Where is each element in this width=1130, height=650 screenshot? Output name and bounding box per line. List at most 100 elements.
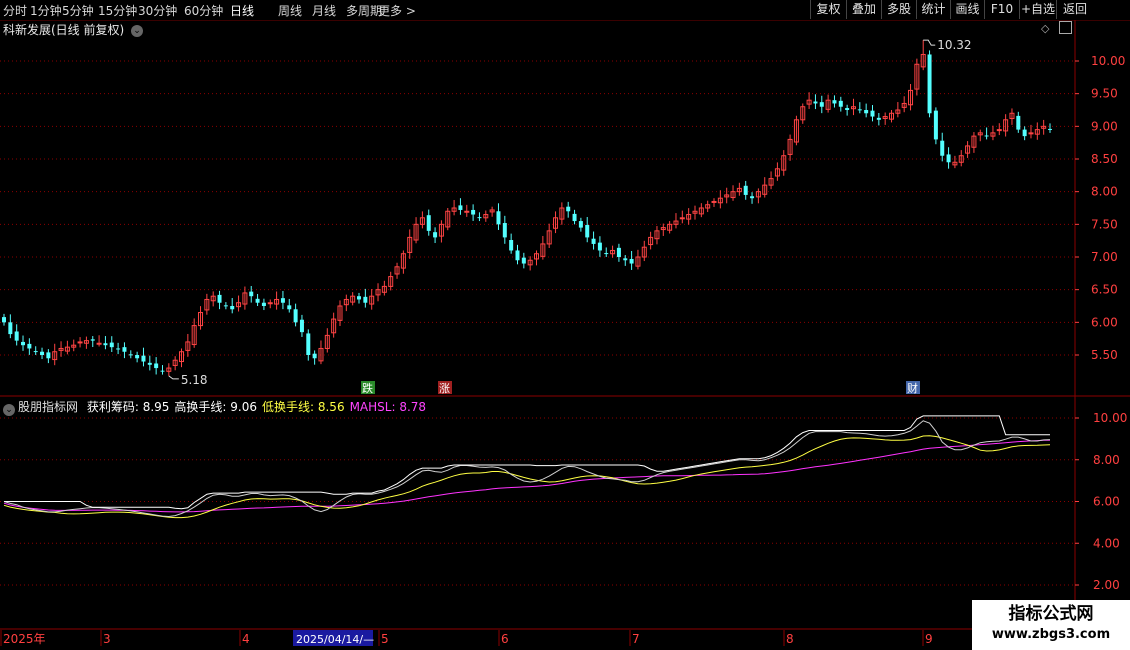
candle-down	[128, 354, 133, 356]
event-marker-label: 涨	[439, 382, 450, 395]
price-axis-label: 7.00	[1091, 250, 1118, 264]
candle-down	[8, 322, 13, 335]
candle-down	[287, 305, 292, 310]
candle-down	[312, 353, 317, 359]
candle-down	[261, 302, 266, 306]
candle-down	[141, 355, 146, 362]
candle-down	[255, 298, 260, 303]
candle-down	[616, 247, 621, 257]
candle-down	[109, 342, 114, 348]
candle-down	[566, 206, 571, 212]
candle-down	[1048, 128, 1052, 130]
candle-down	[845, 108, 850, 110]
candle-down	[280, 298, 285, 303]
event-marker-label: 财	[907, 381, 918, 395]
candle-down	[927, 54, 932, 114]
price-axis-label: 9.50	[1091, 87, 1118, 101]
candle-down	[933, 110, 938, 140]
date-axis-label: 5	[381, 632, 389, 646]
candle-down	[223, 305, 228, 307]
candle-down	[591, 238, 596, 244]
high-price-label: 10.32	[937, 38, 971, 52]
indicator-axis-label: 10.00	[1093, 411, 1127, 425]
candle-down	[2, 317, 6, 323]
candle-down	[357, 296, 362, 300]
candle-down	[604, 253, 609, 255]
candle-up	[267, 302, 273, 305]
candle-down	[14, 331, 19, 341]
candle-down	[984, 135, 989, 137]
candle-down	[46, 352, 51, 359]
candle-down	[509, 240, 514, 251]
date-axis-label: 3	[103, 632, 111, 646]
candle-down	[27, 343, 32, 349]
candle-down	[306, 333, 311, 355]
indicator-axis-label: 4.00	[1093, 536, 1120, 550]
candle-down	[940, 140, 945, 156]
candle-down	[585, 224, 590, 238]
candle-down	[597, 242, 602, 251]
candle-down	[496, 211, 501, 225]
date-axis-label: 6	[501, 632, 509, 646]
candle-down	[135, 355, 140, 359]
price-axis-label: 9.00	[1091, 119, 1118, 133]
price-axis-label: 6.00	[1091, 315, 1118, 329]
candle-up	[1028, 132, 1034, 135]
candle-down	[864, 110, 869, 114]
profit-chips-line	[3, 420, 1051, 518]
watermark: 指标公式网 www.zbgs3.com	[972, 600, 1130, 650]
price-axis-label: 7.50	[1091, 217, 1118, 231]
candle-down	[154, 363, 159, 369]
candle-down	[217, 294, 222, 303]
candle-down	[116, 348, 121, 350]
candle-up	[996, 129, 1002, 132]
watermark-url: www.zbgs3.com	[991, 627, 1111, 642]
candle-down	[629, 258, 634, 264]
candle-down	[477, 217, 482, 219]
candle-down	[363, 296, 368, 303]
indicator-axis-label: 8.00	[1093, 453, 1120, 467]
candle-down	[572, 213, 577, 222]
date-axis-label: 8	[786, 632, 794, 646]
candle-down	[813, 101, 818, 104]
candle-down	[750, 196, 755, 199]
high-turnover-line	[4, 415, 1050, 510]
candle-up	[77, 341, 83, 344]
candle-down	[743, 185, 748, 195]
candle-down	[832, 100, 837, 104]
candle-down	[1016, 115, 1021, 130]
candle-down	[876, 117, 881, 120]
low-turnover-line	[3, 435, 1051, 519]
candle-down	[147, 362, 152, 365]
candle-down	[521, 257, 526, 264]
candle-down	[230, 306, 235, 310]
candle-down	[857, 109, 862, 111]
candle-down	[870, 110, 875, 117]
date-axis-label: 2025年	[3, 632, 46, 646]
candle-down	[249, 291, 254, 297]
candle-up	[711, 200, 717, 203]
high-marker	[923, 39, 936, 46]
chart-canvas[interactable]: 10.00 9.50 9.00 8.50 8.00 7.50 7.00 6.50 6.00 5.5…	[0, 0, 1130, 650]
date-axis-label: 9	[925, 632, 933, 646]
candle-down	[1022, 129, 1027, 137]
candle-down	[515, 250, 520, 261]
price-axis-label: 10.00	[1091, 54, 1125, 68]
watermark-title: 指标公式网	[1008, 604, 1094, 624]
candle-down	[471, 209, 476, 215]
date-axis-label: 4	[242, 632, 250, 646]
candle-down	[160, 370, 165, 372]
candle-down	[819, 102, 824, 107]
candle-down	[293, 309, 298, 323]
low-marker	[168, 375, 179, 380]
candle-down	[21, 341, 26, 346]
candle-up	[464, 210, 470, 213]
price-axis-label: 8.50	[1091, 152, 1118, 166]
event-marker-label: 跌	[362, 381, 373, 395]
candle-down	[502, 223, 507, 238]
cursor-date-label: 2025/04/14/—	[296, 633, 374, 646]
candle-down	[122, 347, 127, 352]
candle-up	[679, 217, 685, 220]
price-axis-label: 6.50	[1091, 283, 1118, 297]
candle-down	[33, 351, 38, 353]
